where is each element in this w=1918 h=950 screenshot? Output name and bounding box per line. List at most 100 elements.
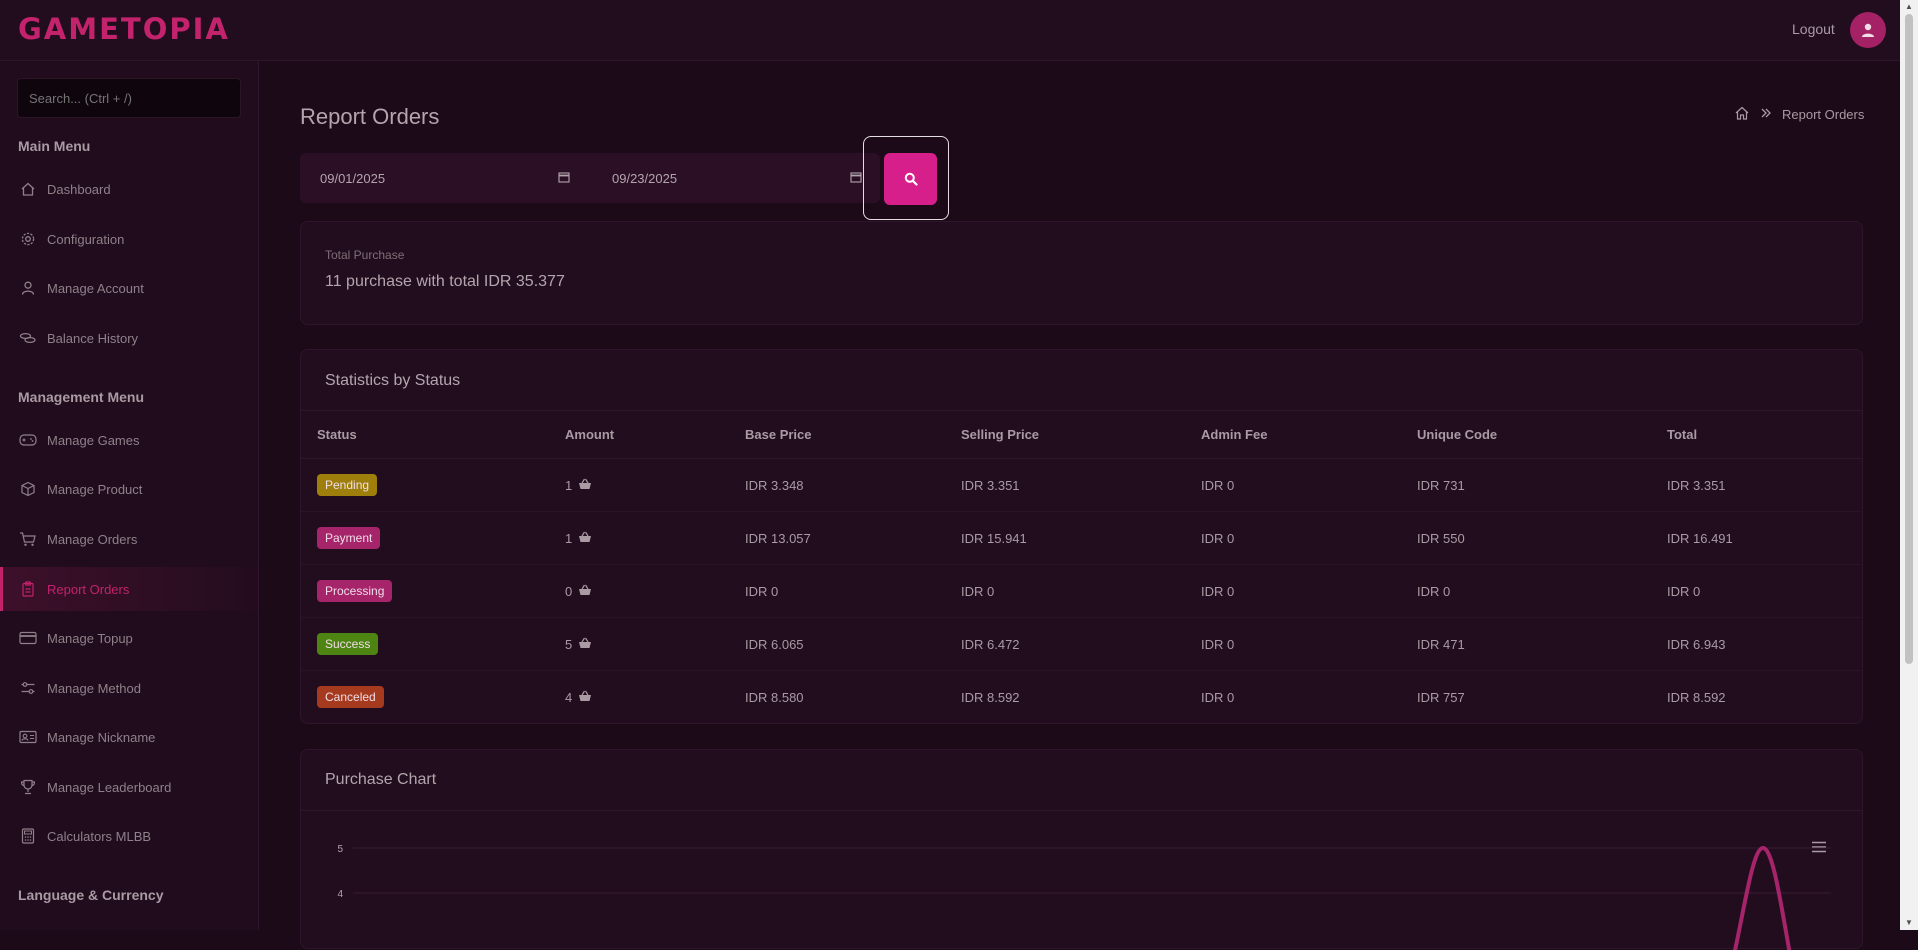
series-line (1733, 845, 1792, 950)
date-to-field[interactable]: 09/23/2025 (612, 153, 880, 203)
admin-cell: IDR 0 (1201, 689, 1235, 705)
amount-value: 0 (565, 583, 573, 599)
statistics-title: Statistics by Status (325, 372, 461, 389)
admin-cell: IDR 0 (1201, 511, 1417, 565)
breadcrumb-current: Report Orders (1782, 107, 1865, 122)
table-row: Success 5 IDR 6.065 IDR 6.472 IDR 0 IDR 471 ID… (301, 617, 1862, 671)
status-cell: Pending (301, 458, 565, 512)
total-cell: IDR 16.491 (1667, 511, 1862, 565)
search-icon (904, 172, 918, 186)
status-cell: Processing (301, 564, 565, 618)
sidebar-item-balance-history[interactable]: Balance History (0, 316, 258, 360)
selling-cell: IDR 15.941 (961, 511, 1201, 565)
column-header: Amount (565, 410, 745, 459)
status-cell: Payment (301, 511, 565, 565)
scroll-down-arrow-icon[interactable]: ▼ (1904, 918, 1914, 928)
basket-icon (578, 478, 592, 493)
sidebar-item-manage-topup[interactable]: Manage Topup (0, 616, 258, 660)
selling-cell: IDR 3.351 (961, 458, 1201, 512)
amount-value: 1 (565, 530, 573, 546)
section-title-language-currency: Language & Currency (18, 887, 164, 903)
section-title-main-menu: Main Menu (18, 138, 91, 154)
statistics-table: Status Amount Base Price Selling Price A… (301, 410, 1862, 723)
table-row: Processing 0 IDR 0 IDR 0 IDR 0 IDR 0 IDR 0 (301, 564, 1862, 618)
unique-cell: IDR 731 (1417, 458, 1667, 512)
status-badge: Success (317, 633, 379, 655)
table-header-row: Status Amount Base Price Selling Price A… (301, 410, 1862, 459)
selling-cell: IDR 6.472 (961, 617, 1201, 671)
date-filter-bar: 09/01/2025 09/23/2025 (300, 153, 880, 203)
y-tick-label: 4 (337, 889, 343, 900)
sidebar-item-label: Manage Games (47, 432, 140, 448)
scrollbar-thumb[interactable] (1905, 14, 1913, 664)
sidebar-item-manage-nickname[interactable]: Manage Nickname (0, 715, 258, 759)
amount-value: 1 (565, 477, 573, 493)
sidebar-item-label: Manage Method (47, 680, 141, 696)
table-row: Payment 1 IDR 13.057 IDR 15.941 IDR 0 IDR 550… (301, 511, 1862, 565)
amount-cell: 1 (565, 511, 745, 565)
amount-group: 1 (565, 531, 745, 546)
sidebar-item-manage-leaderboard[interactable]: Manage Leaderboard (0, 765, 258, 809)
card-icon (18, 628, 38, 648)
logo[interactable]: GAMETOPIA (18, 12, 230, 46)
sidebar-item-manage-product[interactable]: Manage Product (0, 467, 258, 511)
amount-value: 4 (565, 689, 573, 705)
id-card-icon (18, 727, 38, 747)
home-icon[interactable] (1734, 105, 1750, 124)
sidebar-item-report-orders[interactable]: Report Orders (0, 567, 258, 611)
sidebar-item-calculators-mlbb[interactable]: Calculators MLBB (0, 814, 258, 858)
sidebar-search-input[interactable] (17, 78, 241, 118)
unique-cell: IDR 471 (1417, 617, 1667, 671)
sliders-icon (18, 678, 38, 698)
sidebar-item-manage-account[interactable]: Manage Account (0, 266, 258, 310)
column-header: Status (301, 410, 565, 459)
calculator-icon (18, 826, 38, 846)
date-from-field[interactable]: 09/01/2025 (320, 153, 588, 203)
total-cell: IDR 3.351 (1667, 458, 1862, 512)
base-cell: IDR 13.057 (745, 511, 961, 565)
table-row: Canceled 4 IDR 8.580 IDR 8.592 IDR 0 IDR 757 I… (301, 671, 1862, 724)
sidebar-item-label: Manage Leaderboard (47, 779, 172, 795)
amount-cell: 0 (565, 564, 745, 618)
avatar[interactable] (1850, 12, 1886, 48)
page-scrollbar[interactable]: ▲ ▼ (1900, 0, 1918, 930)
purchase-chart-title: Purchase Chart (325, 771, 437, 788)
amount-group: 0 (565, 584, 745, 599)
calendar-icon[interactable] (850, 171, 862, 186)
amount-group: 4 (565, 690, 745, 705)
selling-cell: IDR 8.592 (961, 689, 1020, 705)
status-cell: Success (301, 617, 565, 671)
top-bar: GAMETOPIA Logout (0, 0, 1900, 61)
clipboard-icon (18, 579, 38, 599)
total-cell: IDR 6.943 (1667, 617, 1862, 671)
statistics-card: Statistics by Status Status Amount Base … (300, 349, 1863, 724)
status-badge: Canceled (317, 686, 384, 708)
amount-value: 5 (565, 636, 573, 652)
status-badge: Pending (317, 474, 378, 496)
sidebar-item-manage-orders[interactable]: Manage Orders (0, 517, 258, 561)
column-header: Selling Price (961, 410, 1201, 459)
sidebar-item-label: Manage Account (47, 280, 144, 296)
sidebar-item-configuration[interactable]: Configuration (0, 217, 258, 261)
sidebar-item-manage-method[interactable]: Manage Method (0, 666, 258, 710)
total-cell: IDR 8.592 (1667, 689, 1726, 705)
sidebar-item-label: Manage Topup (47, 630, 133, 646)
scroll-up-arrow-icon[interactable]: ▲ (1904, 2, 1914, 12)
unique-cell: IDR 0 (1417, 564, 1667, 618)
basket-icon (578, 690, 592, 705)
base-cell: IDR 6.065 (745, 617, 961, 671)
user-avatar-icon (1862, 23, 1874, 37)
search-button[interactable] (884, 153, 937, 205)
date-to-value: 09/23/2025 (612, 170, 678, 186)
sidebar-item-dashboard[interactable]: Dashboard (0, 167, 258, 211)
sidebar-item-manage-games[interactable]: Manage Games (0, 418, 258, 462)
purchase-chart: 54 (337, 844, 1831, 950)
sidebar-item-label: Manage Orders (47, 531, 138, 547)
sidebar-item-label: Manage Nickname (47, 729, 156, 745)
statistics-table-body: Pending 1 IDR 3.348 IDR 3.351 IDR 0 IDR 731 ID… (301, 458, 1862, 724)
calendar-icon[interactable] (558, 171, 570, 186)
user-icon (18, 278, 38, 298)
column-header: Unique Code (1417, 410, 1667, 459)
logout-link[interactable]: Logout (1792, 21, 1835, 37)
unique-cell: IDR 757 (1417, 689, 1465, 705)
